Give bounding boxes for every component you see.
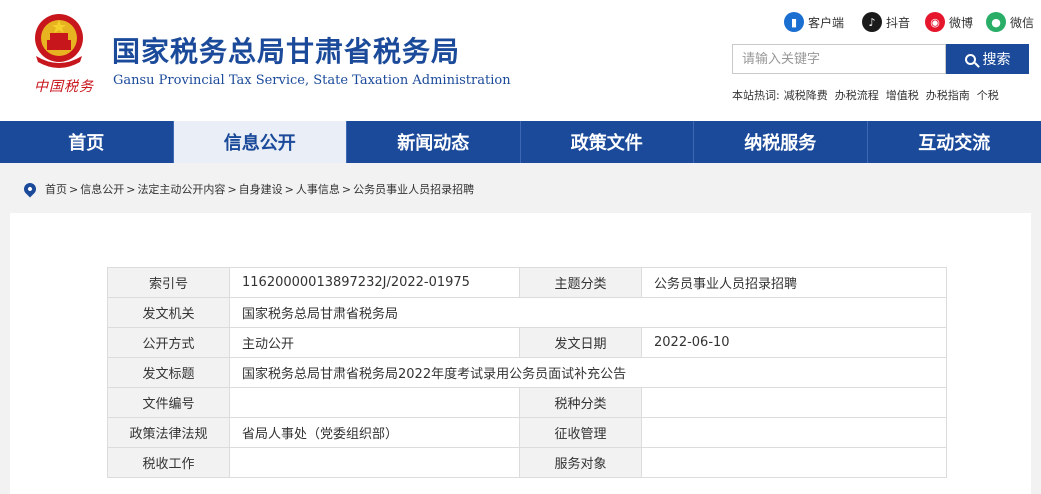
policy-value: 省局人事处（党委组织部） bbox=[229, 417, 520, 448]
policy-label: 政策法律法规 bbox=[107, 417, 230, 448]
weibo-icon: ◉ bbox=[925, 12, 945, 32]
social-label: 客户端 bbox=[808, 15, 845, 30]
hot-word-link[interactable]: 减税降费 bbox=[784, 87, 828, 103]
social-label: 微信 bbox=[1010, 15, 1035, 30]
hot-words-label: 本站热词: bbox=[732, 89, 780, 102]
search-icon bbox=[964, 53, 976, 65]
social-label: 抖音 bbox=[886, 15, 911, 30]
issuer-value: 国家税务总局甘肃省税务局 bbox=[229, 297, 947, 328]
tax-work-label: 税收工作 bbox=[107, 447, 230, 478]
doc-no-label: 文件编号 bbox=[107, 387, 230, 418]
tax-work-value bbox=[229, 447, 520, 478]
mobile-app-icon: ▮ bbox=[784, 12, 804, 32]
table-row: 政策法律法规 省局人事处（党委组织部） 征收管理 bbox=[107, 417, 947, 448]
breadcrumb-link[interactable]: 信息公开 bbox=[80, 181, 124, 197]
table-row: 发文标题 国家税务总局甘肃省税务局2022年度考试录用公务员面试补充公告 bbox=[107, 357, 947, 388]
search-button[interactable]: 搜索 bbox=[946, 44, 1029, 74]
service-label: 服务对象 bbox=[519, 447, 642, 478]
wechat-icon: ● bbox=[986, 12, 1006, 32]
collection-value bbox=[641, 417, 947, 448]
breadcrumb-link[interactable]: 人事信息 bbox=[296, 181, 340, 197]
main-nav: 首页 信息公开 新闻动态 政策文件 纳税服务 互动交流 bbox=[0, 121, 1041, 163]
method-value: 主动公开 bbox=[229, 327, 520, 358]
doc-title-label: 发文标题 bbox=[107, 357, 230, 388]
search-input[interactable] bbox=[732, 44, 946, 74]
breadcrumb-link[interactable]: 首页 bbox=[45, 181, 67, 197]
document-info-table: 索引号 11620000013897232J/2022-01975 主题分类 公… bbox=[107, 267, 947, 478]
breadcrumb-link[interactable]: 自身建设 bbox=[239, 181, 283, 197]
doc-no-value bbox=[229, 387, 520, 418]
breadcrumb: 首页 > 信息公开 > 法定主动公开内容 > 自身建设 > 人事信息 > 公务员事业人员招… bbox=[21, 180, 474, 198]
hot-word-link[interactable]: 办税指南 bbox=[926, 87, 970, 103]
hot-word-link[interactable]: 办税流程 bbox=[835, 87, 879, 103]
social-label: 微博 bbox=[949, 15, 974, 30]
service-value bbox=[641, 447, 947, 478]
nav-item-policy[interactable]: 政策文件 bbox=[521, 121, 694, 163]
date-value: 2022-06-10 bbox=[641, 327, 947, 358]
breadcrumb-current[interactable]: 公务员事业人员招录招聘 bbox=[353, 181, 474, 197]
table-row: 税收工作 服务对象 bbox=[107, 447, 947, 478]
location-pin-icon bbox=[21, 180, 39, 198]
tax-seal-logo: 中国税务 bbox=[34, 79, 94, 95]
nav-item-info-disclosure[interactable]: 信息公开 bbox=[173, 121, 347, 163]
nav-item-interaction[interactable]: 互动交流 bbox=[868, 121, 1041, 163]
hot-words: 本站热词: 减税降费 办税流程 增值税 办税指南 个税 bbox=[732, 87, 1006, 103]
method-label: 公开方式 bbox=[107, 327, 230, 358]
table-row: 发文机关 国家税务总局甘肃省税务局 bbox=[107, 297, 947, 328]
nav-item-tax-service[interactable]: 纳税服务 bbox=[694, 121, 868, 163]
topic-value: 公务员事业人员招录招聘 bbox=[641, 267, 947, 298]
site-subtitle: Gansu Provincial Tax Service, State Taxa… bbox=[113, 73, 511, 88]
national-emblem-icon bbox=[35, 14, 83, 68]
social-link-douyin[interactable]: ♪ 抖音 bbox=[862, 10, 910, 34]
doc-title-value: 国家税务总局甘肃省税务局2022年度考试录用公务员面试补充公告 bbox=[229, 357, 947, 388]
table-row: 索引号 11620000013897232J/2022-01975 主题分类 公… bbox=[107, 267, 947, 298]
douyin-icon: ♪ bbox=[862, 12, 882, 32]
index-value: 11620000013897232J/2022-01975 bbox=[229, 267, 520, 298]
index-label: 索引号 bbox=[107, 267, 230, 298]
table-row: 文件编号 税种分类 bbox=[107, 387, 947, 418]
site-title[interactable]: 国家税务总局甘肃省税务局 bbox=[112, 30, 460, 70]
page-gutter-right bbox=[1031, 213, 1041, 494]
search-button-label: 搜索 bbox=[982, 51, 1011, 67]
collection-label: 征收管理 bbox=[519, 417, 642, 448]
page-gutter-left bbox=[0, 213, 10, 494]
nav-item-home[interactable]: 首页 bbox=[0, 121, 174, 163]
site-header: 中国税务 国家税务总局甘肃省税务局 Gansu Provincial Tax S… bbox=[0, 0, 1041, 121]
tax-type-value bbox=[641, 387, 947, 418]
topic-label: 主题分类 bbox=[519, 267, 642, 298]
breadcrumb-bar: 首页 > 信息公开 > 法定主动公开内容 > 自身建设 > 人事信息 > 公务员事业人员招… bbox=[0, 163, 1041, 213]
social-link-client[interactable]: ▮ 客户端 bbox=[784, 10, 844, 34]
social-link-wechat[interactable]: ● 微信 bbox=[986, 10, 1034, 34]
date-label: 发文日期 bbox=[519, 327, 642, 358]
hot-word-link[interactable]: 增值税 bbox=[886, 87, 919, 103]
hot-word-link[interactable]: 个税 bbox=[977, 87, 999, 103]
social-link-weibo[interactable]: ◉ 微博 bbox=[925, 10, 973, 34]
table-row: 公开方式 主动公开 发文日期 2022-06-10 bbox=[107, 327, 947, 358]
nav-item-news[interactable]: 新闻动态 bbox=[347, 121, 521, 163]
tax-type-label: 税种分类 bbox=[519, 387, 642, 418]
breadcrumb-link[interactable]: 法定主动公开内容 bbox=[137, 181, 225, 197]
issuer-label: 发文机关 bbox=[107, 297, 230, 328]
